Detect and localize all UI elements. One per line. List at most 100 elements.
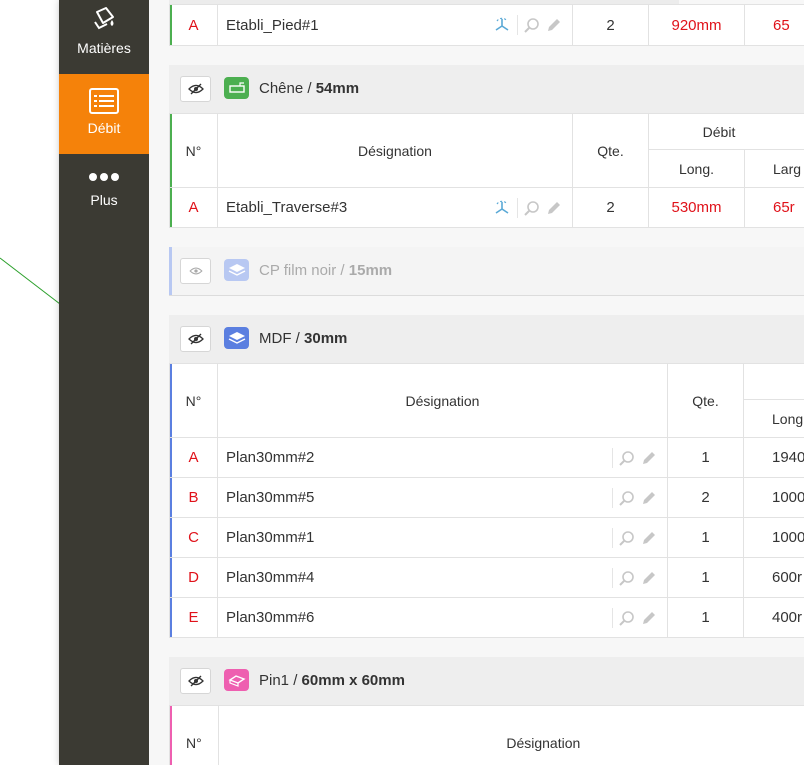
group-header: Chêne / 54mm — [169, 65, 804, 114]
material-thickness: 30mm — [304, 330, 348, 347]
table-row[interactable]: C Plan30mm#1 1 1000r — [169, 517, 804, 558]
material-group-chene: Chêne / 54mm N° Désignation Qte. Débit L… — [169, 65, 804, 228]
sidebar: Matières Débit Plus — [59, 0, 149, 765]
part-length: 530mm — [648, 187, 745, 228]
table-row[interactable]: E Plan30mm#6 1 400r — [169, 597, 804, 638]
material-name: Chêne — [259, 80, 304, 97]
material-group-cp-film-noir: CP film noir / 15mm — [169, 247, 804, 296]
part-name: Etabli_Pied#1 — [226, 16, 319, 34]
col-header-number: N° — [169, 113, 218, 188]
paint-bucket-icon — [94, 7, 114, 30]
col-header-length[interactable]: Long. — [648, 149, 745, 188]
col-header-qty[interactable]: Qte. — [572, 113, 649, 188]
search-icon[interactable] — [619, 490, 635, 506]
solid-wood-icon — [224, 77, 249, 99]
group-header: Pin1 / 60mm x 60mm — [169, 657, 804, 706]
3d-axis-icon[interactable] — [493, 16, 511, 34]
edit-pencil-icon[interactable] — [641, 530, 657, 546]
part-qty: 1 — [667, 517, 744, 558]
row-letter: A — [169, 4, 218, 46]
search-icon[interactable] — [619, 570, 635, 586]
material-title: MDF / 30mm — [259, 330, 348, 347]
parts-table: A Etabli_Pied#1 2 920mm 65 — [169, 4, 804, 46]
sidebar-item-label: Plus — [90, 192, 118, 208]
part-width: 65r — [744, 187, 804, 228]
visibility-toggle-button[interactable] — [180, 668, 211, 694]
material-thickness: 54mm — [315, 80, 360, 97]
group-header: MDF / 30mm — [169, 315, 804, 364]
row-letter: E — [169, 597, 218, 638]
part-name: Plan30mm#1 — [226, 529, 315, 546]
material-title: Chêne / 54mm — [259, 80, 360, 97]
edit-pencil-icon[interactable] — [641, 610, 657, 626]
part-length: 920mm — [648, 4, 745, 46]
eye-icon — [188, 267, 203, 275]
row-letter: A — [169, 187, 218, 228]
search-icon[interactable] — [524, 200, 540, 216]
material-name: CP film noir — [259, 262, 337, 279]
part-length: 600r — [743, 557, 804, 598]
part-qty: 1 — [667, 437, 744, 478]
edit-pencil-icon[interactable] — [641, 570, 657, 586]
col-header-designation[interactable]: Désignation — [217, 113, 573, 188]
3d-axis-icon[interactable] — [493, 199, 511, 217]
visibility-toggle-button[interactable] — [180, 326, 211, 352]
sheet-layers-icon — [224, 327, 249, 349]
col-header-debit — [743, 363, 804, 400]
table-row[interactable]: A Etabli_Traverse#3 2 530mm 65r — [169, 187, 804, 228]
col-header-width[interactable]: Larg — [744, 149, 804, 188]
part-width: 65 — [744, 4, 804, 46]
material-group-mdf: MDF / 30mm N° Désignation Qte. Long A Pl… — [169, 315, 804, 638]
material-name: MDF — [259, 330, 292, 347]
material-title: Pin1 / 60mm x 60mm — [259, 672, 405, 689]
edit-pencil-icon[interactable] — [546, 17, 562, 33]
table-row[interactable]: D Plan30mm#4 1 600r — [169, 557, 804, 598]
row-letter: D — [169, 557, 218, 598]
part-name: Plan30mm#4 — [226, 569, 315, 586]
col-header-number: N° — [169, 363, 218, 438]
edit-pencil-icon[interactable] — [641, 490, 657, 506]
row-letter: A — [169, 437, 218, 478]
col-header-qty[interactable]: Qte. — [667, 363, 744, 438]
part-length: 1000r — [743, 517, 804, 558]
eye-hidden-icon — [187, 675, 204, 687]
parts-table: N° Désignation Qte. Long A Plan30mm#2 1 … — [169, 363, 804, 638]
row-letter: C — [169, 517, 218, 558]
col-header-designation[interactable]: Désignation — [217, 363, 668, 438]
part-qty: 2 — [572, 4, 649, 46]
sidebar-item-label: Matières — [77, 40, 131, 56]
parts-table: N° Désignation — [169, 705, 804, 765]
cut-list-content: A Etabli_Pied#1 2 920mm 65 Chêne / 54mm … — [149, 0, 804, 765]
material-thickness: 15mm — [348, 262, 393, 279]
sheet-layers-icon — [224, 259, 249, 281]
part-qty: 1 — [667, 597, 744, 638]
visibility-toggle-button[interactable] — [180, 258, 211, 284]
part-name: Plan30mm#5 — [226, 489, 315, 506]
part-length: 400r — [743, 597, 804, 638]
search-icon[interactable] — [619, 610, 635, 626]
part-qty: 2 — [572, 187, 649, 228]
material-group-pin1: Pin1 / 60mm x 60mm N° Désignation — [169, 657, 804, 765]
part-qty: 1 — [667, 557, 744, 598]
col-header-length[interactable]: Long — [743, 399, 804, 438]
search-icon[interactable] — [524, 17, 540, 33]
sidebar-item-plus[interactable]: Plus — [59, 170, 149, 220]
table-row[interactable]: A Etabli_Pied#1 2 920mm 65 — [169, 4, 804, 46]
part-name: Plan30mm#6 — [226, 609, 315, 626]
sidebar-item-matieres[interactable]: Matières — [59, 6, 149, 66]
sidebar-item-debit[interactable]: Débit — [59, 74, 149, 154]
table-row[interactable]: B Plan30mm#5 2 1000r — [169, 477, 804, 518]
material-title: CP film noir / 15mm — [259, 262, 393, 279]
col-header-debit: Débit — [648, 113, 804, 150]
sidebar-item-label: Débit — [87, 120, 121, 136]
table-row[interactable]: A Plan30mm#2 1 1940r — [169, 437, 804, 478]
search-icon[interactable] — [619, 450, 635, 466]
edit-pencil-icon[interactable] — [546, 200, 562, 216]
group-accent — [169, 247, 172, 295]
edit-pencil-icon[interactable] — [641, 450, 657, 466]
row-letter: B — [169, 477, 218, 518]
visibility-toggle-button[interactable] — [180, 76, 211, 102]
search-icon[interactable] — [619, 530, 635, 546]
material-thickness: 60mm x 60mm — [301, 672, 405, 689]
col-header-designation[interactable]: Désignation — [217, 705, 804, 765]
